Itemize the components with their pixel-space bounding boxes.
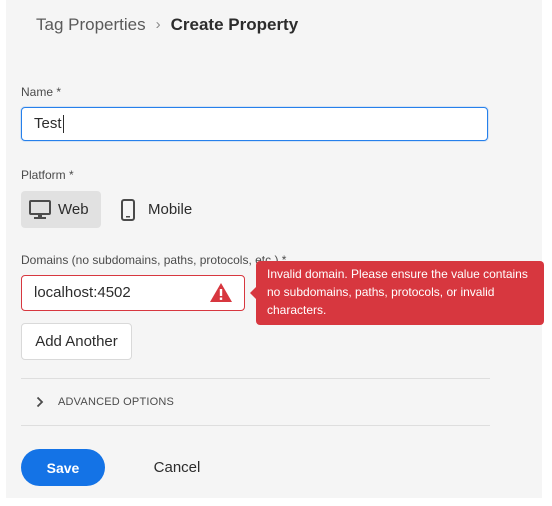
domains-label: Domains (no subdomains, paths, protocols… bbox=[21, 253, 287, 267]
advanced-options-toggle[interactable]: ADVANCED OPTIONS bbox=[36, 393, 174, 411]
chevron-right-icon bbox=[36, 396, 44, 408]
platform-mobile-label: Mobile bbox=[148, 201, 193, 218]
mobile-icon bbox=[121, 198, 135, 221]
name-input[interactable]: Test bbox=[21, 107, 488, 141]
name-label: Name * bbox=[21, 85, 62, 99]
breadcrumb-tag-properties[interactable]: Tag Properties bbox=[36, 14, 146, 36]
breadcrumb: Tag Properties › Create Property bbox=[36, 14, 298, 36]
divider-top bbox=[21, 378, 490, 379]
page-title: Create Property bbox=[170, 15, 299, 34]
platform-web-button[interactable]: Web bbox=[21, 191, 101, 228]
alert-triangle-icon bbox=[210, 283, 232, 302]
create-property-panel: Tag Properties › Create Property Name * … bbox=[6, 0, 544, 498]
desktop-icon bbox=[29, 199, 51, 219]
tooltip-tip bbox=[250, 287, 256, 299]
domain-input-value: localhost:4502 bbox=[34, 284, 131, 301]
platform-mobile-button[interactable]: Mobile bbox=[117, 191, 207, 228]
cancel-button[interactable]: Cancel bbox=[140, 449, 214, 486]
add-another-button[interactable]: Add Another bbox=[21, 323, 132, 360]
advanced-options-label: ADVANCED OPTIONS bbox=[58, 396, 175, 408]
save-button[interactable]: Save bbox=[21, 449, 105, 486]
domain-error-tooltip: Invalid domain. Please ensure the value … bbox=[250, 261, 544, 325]
name-input-value: Test bbox=[34, 115, 62, 132]
text-caret bbox=[62, 115, 64, 134]
breadcrumb-separator: › bbox=[155, 16, 161, 33]
platform-label: Platform * bbox=[21, 168, 74, 182]
platform-web-label: Web bbox=[58, 201, 89, 218]
divider-bottom bbox=[21, 425, 490, 426]
domain-error-message: Invalid domain. Please ensure the value … bbox=[267, 267, 528, 317]
